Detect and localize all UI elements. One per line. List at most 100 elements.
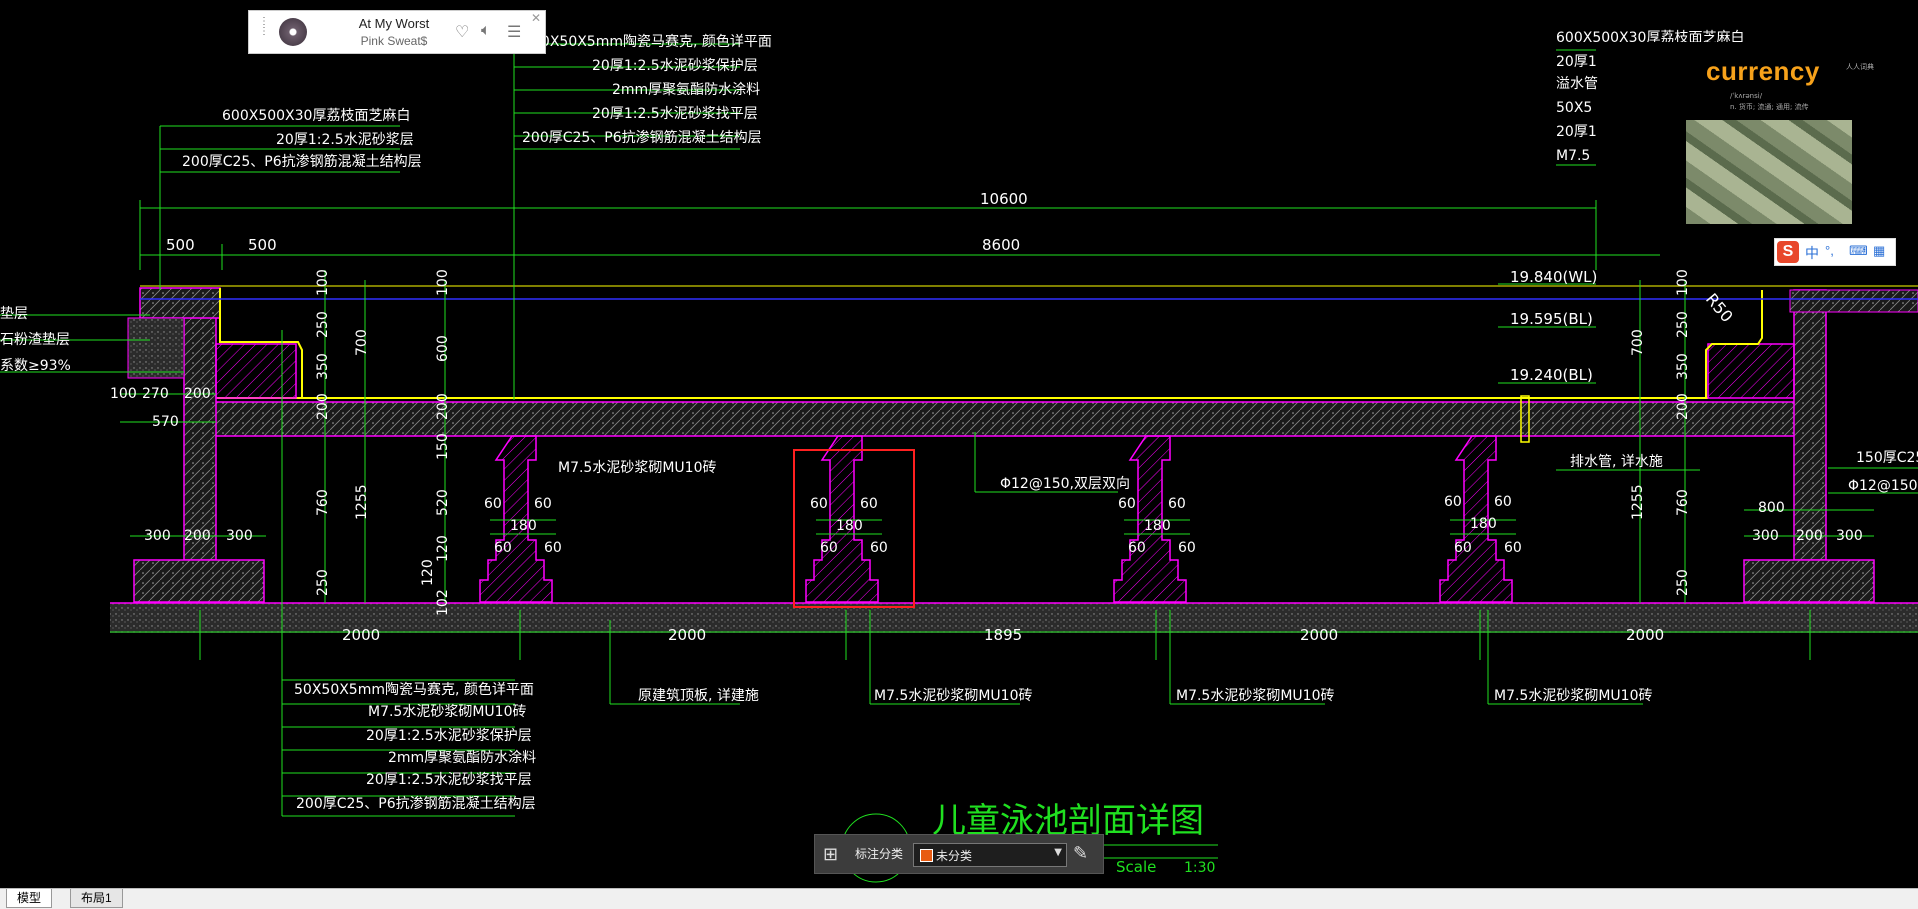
svg-text:250: 250	[315, 569, 331, 596]
svg-text:200: 200	[435, 393, 451, 420]
dictionary-phonetic: /ˈkʌrənsi/	[1730, 92, 1763, 100]
svg-text:250: 250	[315, 311, 331, 338]
span-2: 2000	[668, 626, 706, 644]
annotation-category-label: 标注分类	[855, 847, 904, 861]
bottom-left-callout-4: 2mm厚聚氨酯防水涂料	[388, 750, 536, 766]
bottom-note-2: M7.5水泥砂浆砌MU10砖	[874, 688, 1032, 704]
ime-lang-toggle[interactable]: 中	[1805, 243, 1819, 263]
top-right-callout-2: 20厚1	[1556, 54, 1597, 70]
brick-note: M7.5水泥砂浆砌MU10砖	[558, 460, 716, 476]
tab-model[interactable]: 模型	[6, 889, 53, 908]
svg-text:120: 120	[435, 535, 451, 562]
dictionary-brand: 人人词典	[1846, 63, 1874, 71]
bottom-left-callout-6: 200厚C25、P6抗渗钢筋混凝土结构层	[296, 795, 536, 812]
svg-text:600: 600	[435, 335, 451, 362]
svg-text:100: 100	[1675, 269, 1691, 296]
layout-tab-bar: 模型 布局1	[0, 888, 1918, 909]
vertical-dims-left: 100 250 350 200 700 760 1255 250 100 600…	[315, 269, 451, 616]
svg-text:60: 60	[1168, 496, 1186, 512]
tab-layout1[interactable]: 布局1	[70, 889, 123, 908]
svg-text:760: 760	[315, 489, 331, 516]
svg-text:60: 60	[870, 540, 888, 556]
left-dim-570: 570	[152, 414, 179, 430]
heart-icon[interactable]: ♡	[455, 22, 469, 42]
svg-text:60: 60	[1504, 540, 1522, 556]
song-artist: Pink Sweat$	[360, 34, 428, 48]
bottom-note-1: 原建筑顶板, 详建施	[638, 688, 759, 704]
svg-text:60: 60	[1128, 540, 1146, 556]
dim-left-1: 500	[166, 236, 195, 254]
keyboard-icon[interactable]: ⌨	[1849, 243, 1868, 259]
dictionary-popup[interactable]: currency /ˈkʌrənsi/ n. 货币; 流通; 通用; 流传 人人…	[1640, 42, 1880, 232]
left-dim-300b: 300	[226, 528, 253, 544]
radius-label: R50	[1702, 290, 1737, 326]
svg-text:700: 700	[1630, 329, 1646, 356]
left-dim-300a: 300	[144, 528, 171, 544]
drag-grip-icon[interactable]: ⋮ ⋮	[259, 17, 269, 37]
svg-text:1255: 1255	[1630, 484, 1646, 520]
span-1: 2000	[342, 626, 380, 644]
span-4: 2000	[1300, 626, 1338, 644]
svg-text:150: 150	[435, 433, 451, 460]
annotation-category-select[interactable]: 未分类 ▼	[913, 843, 1067, 867]
left-dim-200: 200	[184, 386, 211, 402]
right-deck	[1789, 289, 1918, 313]
annotation-category-bar[interactable]: ⊞ 标注分类 未分类 ▼ ✎	[814, 834, 1104, 874]
top-right-callout-4: 50X5	[1556, 100, 1592, 116]
svg-text:250: 250	[1675, 569, 1691, 596]
category-selected-value: 未分类	[936, 849, 973, 863]
svg-text:250: 250	[1675, 311, 1691, 338]
bottom-left-callout-1: 50X50X5mm陶瓷马赛克, 颜色详平面	[294, 681, 534, 698]
svg-text:200: 200	[1675, 393, 1691, 420]
left-edge-label-2: 石粉渣垫层	[0, 332, 70, 348]
top-mid-callout-5: 200厚C25、P6抗渗钢筋混凝土结构层	[522, 129, 762, 146]
right-dim-300b: 300	[1836, 528, 1863, 544]
ime-punct-toggle[interactable]: °,	[1825, 243, 1834, 258]
rebar-note: Φ12@150,双层双向	[1000, 476, 1130, 492]
left-coping	[139, 287, 221, 319]
volume-icon[interactable]: 🔈︎	[481, 22, 491, 40]
svg-text:60: 60	[1494, 494, 1512, 510]
chevron-down-icon[interactable]: ▼	[1054, 847, 1062, 858]
grid-icon[interactable]: ⊞	[823, 844, 838, 865]
svg-text:200: 200	[315, 393, 331, 420]
svg-text:350: 350	[1675, 353, 1691, 380]
svg-text:520: 520	[435, 489, 451, 516]
svg-text:60: 60	[544, 540, 562, 556]
music-player-widget[interactable]: ⋮ ⋮ At My Worst Pink Sweat$ ♡ 🔈︎ ☰ ✕	[248, 10, 546, 54]
toolbox-icon[interactable]: ▦	[1873, 243, 1885, 259]
svg-text:100: 100	[315, 269, 331, 296]
left-footing	[133, 559, 265, 603]
svg-text:180: 180	[1470, 516, 1497, 532]
right-note-2: Φ12@150	[1848, 478, 1918, 494]
left-ledge	[215, 343, 297, 399]
left-dim-200b: 200	[184, 528, 211, 544]
dictionary-meaning: n. 货币; 流通; 通用; 流传	[1730, 103, 1809, 111]
cad-drawing-canvas[interactable]: 600X500X30厚荔枝面芝麻白 20厚1:2.5水泥砂浆层 200厚C25、…	[0, 0, 1918, 888]
bottom-left-callout-2: M7.5水泥砂浆砌MU10砖	[368, 704, 526, 720]
left-edge-label-3: 系数≥93%	[0, 358, 71, 374]
svg-text:60: 60	[1118, 496, 1136, 512]
level-wl: 19.840(WL)	[1510, 268, 1597, 286]
svg-text:700: 700	[354, 329, 370, 356]
top-right-callout-3: 溢水管	[1556, 76, 1598, 92]
right-footing	[1743, 559, 1875, 603]
sogou-logo-icon[interactable]: S	[1777, 241, 1799, 263]
svg-text:350: 350	[315, 353, 331, 380]
bottom-left-callout-3: 20厚1:2.5水泥砂浆保护层	[366, 728, 532, 744]
svg-text:60: 60	[1444, 494, 1462, 510]
top-mid-callout-4: 20厚1:2.5水泥砂浆找平层	[592, 106, 758, 122]
svg-text:180: 180	[836, 518, 863, 534]
edit-icon[interactable]: ✎	[1073, 843, 1088, 864]
svg-text:180: 180	[1144, 518, 1171, 534]
svg-text:760: 760	[1675, 489, 1691, 516]
svg-text:60: 60	[820, 540, 838, 556]
pool-slab	[213, 401, 1825, 437]
playlist-icon[interactable]: ☰	[507, 22, 521, 42]
svg-text:60: 60	[534, 496, 552, 512]
ime-toolbar[interactable]: S 中 °, ⌨ ▦	[1774, 238, 1896, 266]
svg-text:100: 100	[435, 269, 451, 296]
span-5: 2000	[1626, 626, 1664, 644]
left-gravel	[127, 317, 185, 379]
close-icon[interactable]: ✕	[531, 11, 541, 25]
